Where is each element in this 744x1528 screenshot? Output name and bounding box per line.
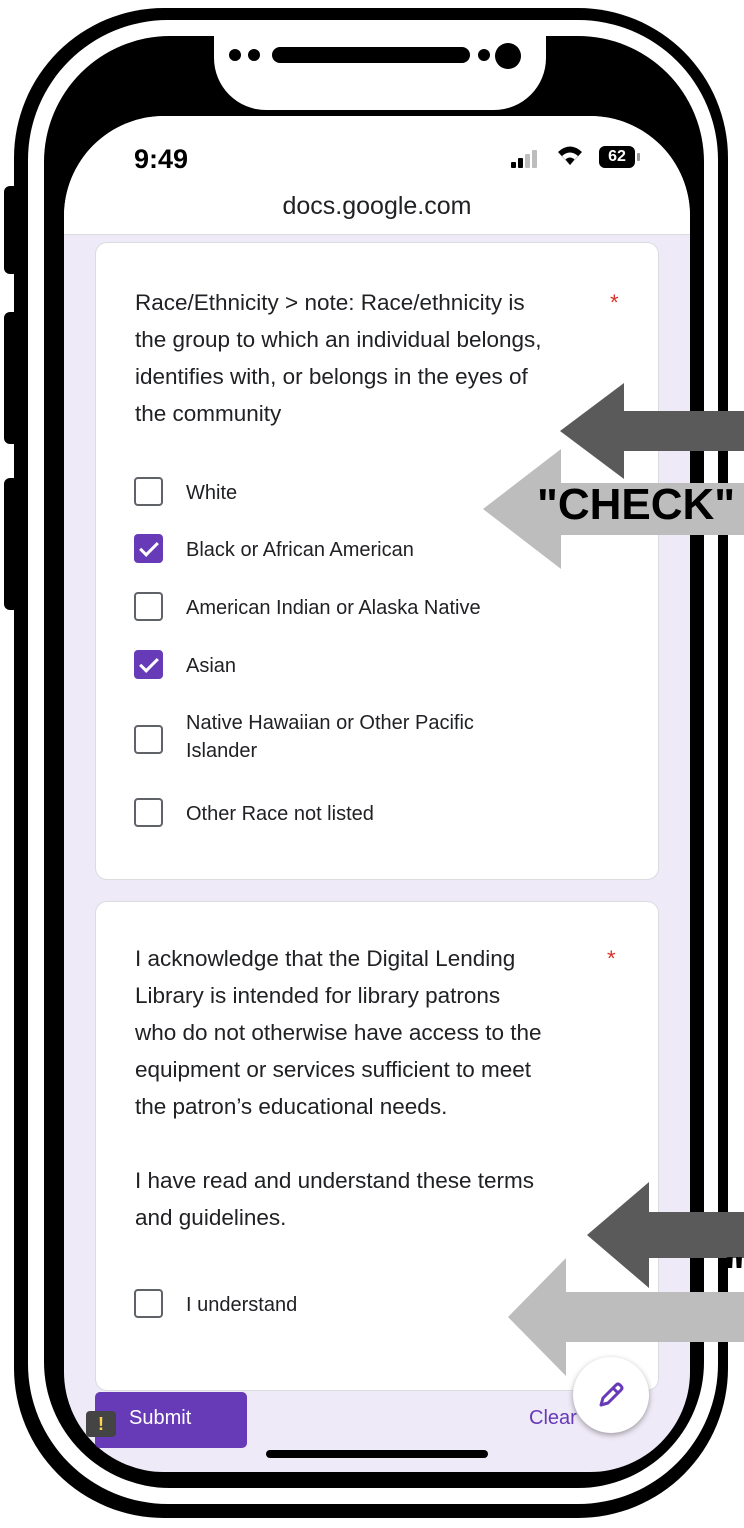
clear-form-link[interactable]: Clear: [529, 1407, 577, 1430]
status-bar: 9:49 62: [64, 116, 690, 178]
checkbox-checked[interactable]: [134, 534, 163, 563]
option-american-indian-or-alaska-native[interactable]: American Indian or Alaska Native: [134, 586, 634, 626]
submit-button[interactable]: Submit: [95, 1392, 247, 1448]
browser-url-bar[interactable]: docs.google.com: [64, 178, 690, 235]
option-other-race-not-listed[interactable]: Other Race not listed: [134, 792, 634, 832]
checkbox-checked[interactable]: [134, 650, 163, 679]
option-label: I understand: [186, 1294, 298, 1316]
option-label: American Indian or Alaska Native: [186, 597, 481, 619]
annotation-check-label: "CHECK": [537, 480, 736, 529]
option-native-hawaiian-or-other-pacific-islander[interactable]: Native Hawaiian or Other Pacific Islande…: [134, 712, 634, 779]
home-indicator: [266, 1450, 488, 1458]
annotation-quote-mark: ": [724, 1248, 744, 1297]
report-icon[interactable]: !: [86, 1411, 116, 1437]
wifi-icon: [556, 144, 584, 173]
submit-label: Submit: [129, 1407, 192, 1429]
volume-down-button: [4, 478, 20, 610]
question-title: Race/Ethnicity > note: Race/ethnicity is…: [135, 290, 542, 426]
option-label: White: [186, 482, 238, 504]
phone-notch: [214, 24, 546, 110]
checkbox[interactable]: [134, 1289, 163, 1318]
volume-up-button: [4, 312, 20, 444]
option-label: Native Hawaiian or Other Pacific Islande…: [186, 712, 474, 762]
status-time: 9:49: [134, 144, 189, 174]
option-asian[interactable]: Asian: [134, 644, 634, 684]
required-asterisk: *: [610, 290, 619, 315]
checkbox[interactable]: [134, 477, 163, 506]
pencil-icon: [599, 1382, 624, 1407]
mute-switch: [4, 186, 20, 274]
url-text[interactable]: docs.google.com: [64, 192, 690, 221]
checkbox[interactable]: [134, 592, 163, 621]
checkbox[interactable]: [134, 798, 163, 827]
option-label: Asian: [186, 655, 237, 677]
required-asterisk: *: [607, 946, 616, 971]
question-title: I acknowledge that the Digital Lending L…: [135, 946, 542, 1230]
battery-icon: 62: [599, 146, 640, 168]
annotation-arrow-light-lower: [508, 1258, 744, 1376]
option-label: Other Race not listed: [186, 803, 374, 825]
checkbox[interactable]: [134, 725, 163, 754]
signal-icon: [511, 150, 541, 168]
option-label: Black or African American: [186, 539, 414, 561]
